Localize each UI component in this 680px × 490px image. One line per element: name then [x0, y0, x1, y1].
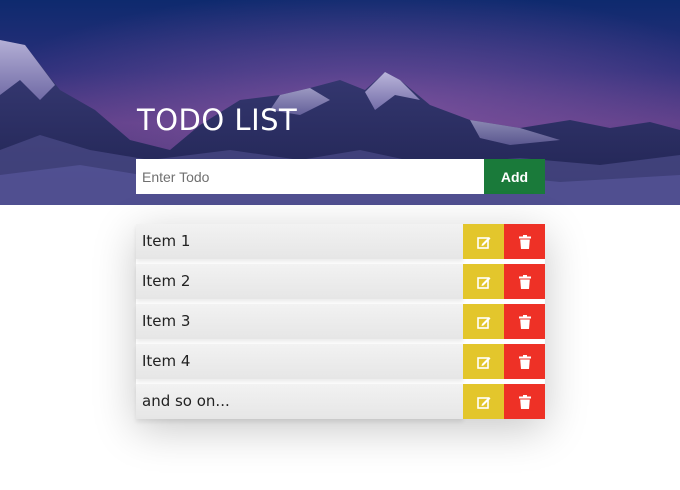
- todo-item-text: Item 2: [136, 264, 463, 299]
- list-item: Item 2: [136, 264, 545, 299]
- trash-icon: [518, 274, 531, 289]
- todo-list: Item 1 Item 2 Item 3 Item 4 and so on...: [136, 224, 545, 419]
- edit-button[interactable]: [463, 264, 504, 299]
- delete-button[interactable]: [504, 264, 545, 299]
- delete-button[interactable]: [504, 224, 545, 259]
- edit-icon: [476, 236, 490, 249]
- delete-button[interactable]: [504, 304, 545, 339]
- edit-icon: [476, 356, 490, 369]
- add-todo-form: Add: [136, 159, 545, 194]
- edit-icon: [476, 276, 490, 289]
- page-title: TODO LIST: [137, 103, 298, 137]
- trash-icon: [518, 394, 531, 409]
- list-item: Item 4: [136, 344, 545, 379]
- list-item: Item 1: [136, 224, 545, 259]
- todo-item-text: Item 3: [136, 304, 463, 339]
- trash-icon: [518, 354, 531, 369]
- add-button[interactable]: Add: [484, 159, 545, 194]
- delete-button[interactable]: [504, 384, 545, 419]
- edit-button[interactable]: [463, 384, 504, 419]
- edit-button[interactable]: [463, 224, 504, 259]
- edit-icon: [476, 316, 490, 329]
- trash-icon: [518, 314, 531, 329]
- edit-button[interactable]: [463, 304, 504, 339]
- list-item: and so on...: [136, 384, 545, 419]
- edit-button[interactable]: [463, 344, 504, 379]
- todo-item-text: and so on...: [136, 384, 463, 419]
- trash-icon: [518, 234, 531, 249]
- todo-item-text: Item 1: [136, 224, 463, 259]
- hero-banner: TODO LIST Add: [0, 0, 680, 205]
- todo-input[interactable]: [136, 159, 484, 194]
- edit-icon: [476, 396, 490, 409]
- delete-button[interactable]: [504, 344, 545, 379]
- todo-item-text: Item 4: [136, 344, 463, 379]
- list-item: Item 3: [136, 304, 545, 339]
